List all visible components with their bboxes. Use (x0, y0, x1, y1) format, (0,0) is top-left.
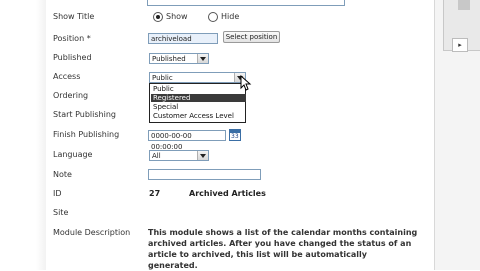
published-label: Published (53, 53, 92, 62)
show-title-label: Show Title (53, 12, 95, 21)
ordering-label: Ordering (53, 91, 89, 100)
access-option-registered[interactable]: Registered (151, 94, 246, 102)
access-dropdown-list: Public Registered Special Customer Acces… (149, 83, 246, 123)
access-option-special[interactable]: Special (151, 103, 246, 111)
show-title-hide-label: Hide (221, 12, 240, 21)
module-description-label: Module Description (53, 228, 131, 237)
calendar-icon-number: 33 (231, 133, 239, 140)
id-label: ID (53, 189, 62, 198)
language-label: Language (53, 150, 93, 159)
show-title-show-label: Show (166, 12, 188, 21)
site-label: Site (53, 208, 69, 217)
access-label: Access (53, 72, 81, 81)
language-value: All (152, 152, 161, 160)
finish-publishing-input[interactable]: 0000-00-00 00:00:00 (148, 130, 226, 151)
published-select[interactable]: Published (149, 53, 209, 64)
note-label: Note (53, 170, 72, 179)
title-input[interactable] (147, 0, 345, 6)
access-option-customer-access-level[interactable]: Customer Access Level (151, 112, 246, 120)
position-input[interactable]: archiveload (148, 33, 218, 44)
module-type-name: Archived Articles (189, 189, 266, 198)
access-select[interactable]: Public (149, 72, 246, 83)
show-title-hide-radio[interactable] (208, 12, 218, 22)
id-value: 27 (149, 189, 161, 198)
mouse-cursor-icon (240, 75, 252, 91)
show-title-show-radio[interactable] (153, 12, 163, 22)
access-value: Public (152, 74, 173, 82)
language-select[interactable]: All (149, 150, 209, 161)
start-publishing-label: Start Publishing (53, 110, 116, 119)
note-input[interactable] (148, 169, 261, 180)
finish-publishing-label: Finish Publishing (53, 130, 120, 139)
left-margin (0, 0, 46, 270)
select-position-button[interactable]: Select position (223, 31, 280, 43)
position-label: Position * (53, 34, 91, 43)
access-option-public[interactable]: Public (151, 85, 246, 93)
module-description-text: This module shows a list of the calendar… (148, 228, 418, 270)
expand-button[interactable]: ▸ (452, 38, 468, 52)
chevron-down-icon[interactable] (197, 151, 208, 160)
calendar-icon[interactable]: 33 (229, 129, 241, 141)
scrollbar-thumb[interactable] (458, 0, 470, 10)
chevron-down-icon[interactable] (197, 54, 208, 63)
published-value: Published (152, 55, 186, 63)
